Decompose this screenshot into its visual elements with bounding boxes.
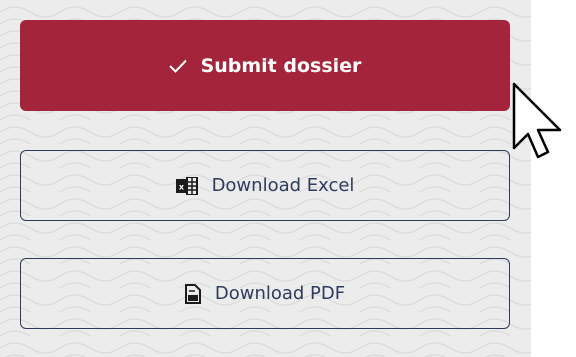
checkmark-icon <box>168 59 187 73</box>
pdf-file-icon <box>184 283 201 304</box>
download-pdf-label: Download PDF <box>214 283 346 304</box>
submit-dossier-button[interactable]: Submit dossier <box>20 20 510 111</box>
download-pdf-button[interactable]: Download PDF <box>20 258 510 329</box>
mouse-pointer-icon <box>512 82 562 159</box>
svg-text:x: x <box>178 182 184 191</box>
excel-icon: x <box>175 176 198 195</box>
download-excel-label: Download Excel <box>211 175 355 196</box>
download-excel-button[interactable]: x Download Excel <box>20 150 510 221</box>
submit-dossier-label: Submit dossier <box>200 54 362 77</box>
actions-panel: Submit dossier x Download Excel Download <box>0 0 531 357</box>
